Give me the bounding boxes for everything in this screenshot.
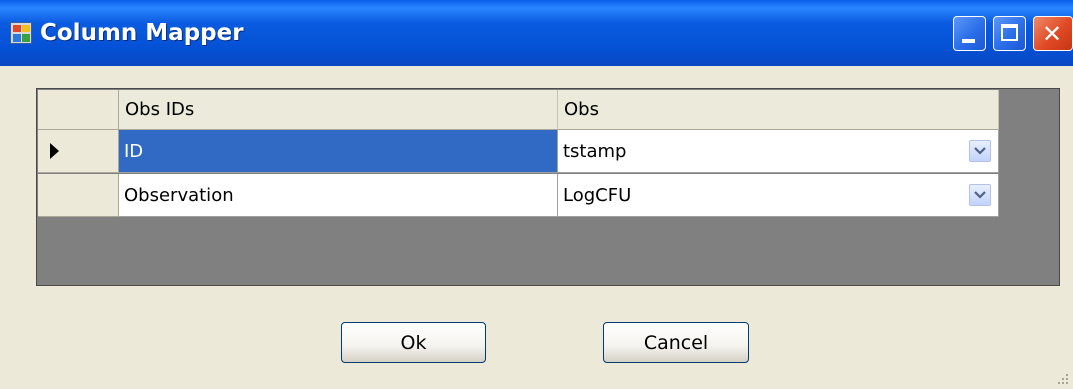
chevron-down-icon bbox=[974, 147, 986, 155]
chevron-down-icon bbox=[974, 191, 986, 199]
row-header-2[interactable] bbox=[38, 174, 119, 217]
cell-obs-row-2-value: LogCFU bbox=[563, 185, 632, 206]
maximize-icon bbox=[1001, 24, 1018, 41]
column-header-obs-ids[interactable]: Obs IDs bbox=[119, 90, 558, 130]
close-button[interactable]: ✕ bbox=[1033, 16, 1073, 51]
cell-obs-row-2[interactable]: LogCFU bbox=[558, 174, 999, 217]
app-icon[interactable] bbox=[10, 22, 32, 44]
cell-obs-row-1-value: tstamp bbox=[563, 141, 627, 162]
dropdown-button-row-1[interactable] bbox=[969, 140, 991, 162]
column-mapper-window: Column Mapper ✕ Obs IDs Obs ID tstamp Ob… bbox=[0, 0, 1073, 389]
cell-obs-row-1[interactable]: tstamp bbox=[558, 130, 999, 173]
maximize-button[interactable] bbox=[993, 16, 1026, 51]
cell-obs-id-row-1[interactable]: ID bbox=[119, 130, 558, 173]
window-title: Column Mapper bbox=[40, 20, 244, 46]
minimize-icon bbox=[962, 39, 975, 43]
column-header-obs[interactable]: Obs bbox=[558, 90, 999, 130]
close-icon: ✕ bbox=[1042, 20, 1063, 48]
grid-corner-header[interactable] bbox=[38, 90, 119, 130]
title-bar[interactable]: Column Mapper ✕ bbox=[0, 0, 1073, 66]
current-row-arrow-icon bbox=[50, 143, 59, 159]
cancel-button[interactable]: Cancel bbox=[603, 322, 749, 363]
ok-button[interactable]: Ok bbox=[341, 322, 486, 363]
row-header-1[interactable] bbox=[38, 130, 119, 173]
minimize-button[interactable] bbox=[953, 16, 986, 51]
dropdown-button-row-2[interactable] bbox=[969, 184, 991, 206]
cell-obs-id-row-2[interactable]: Observation bbox=[119, 174, 558, 217]
resize-grip-icon[interactable] bbox=[1055, 371, 1069, 385]
column-mapping-grid[interactable]: Obs IDs Obs ID tstamp Observation LogCFU bbox=[36, 88, 1060, 286]
